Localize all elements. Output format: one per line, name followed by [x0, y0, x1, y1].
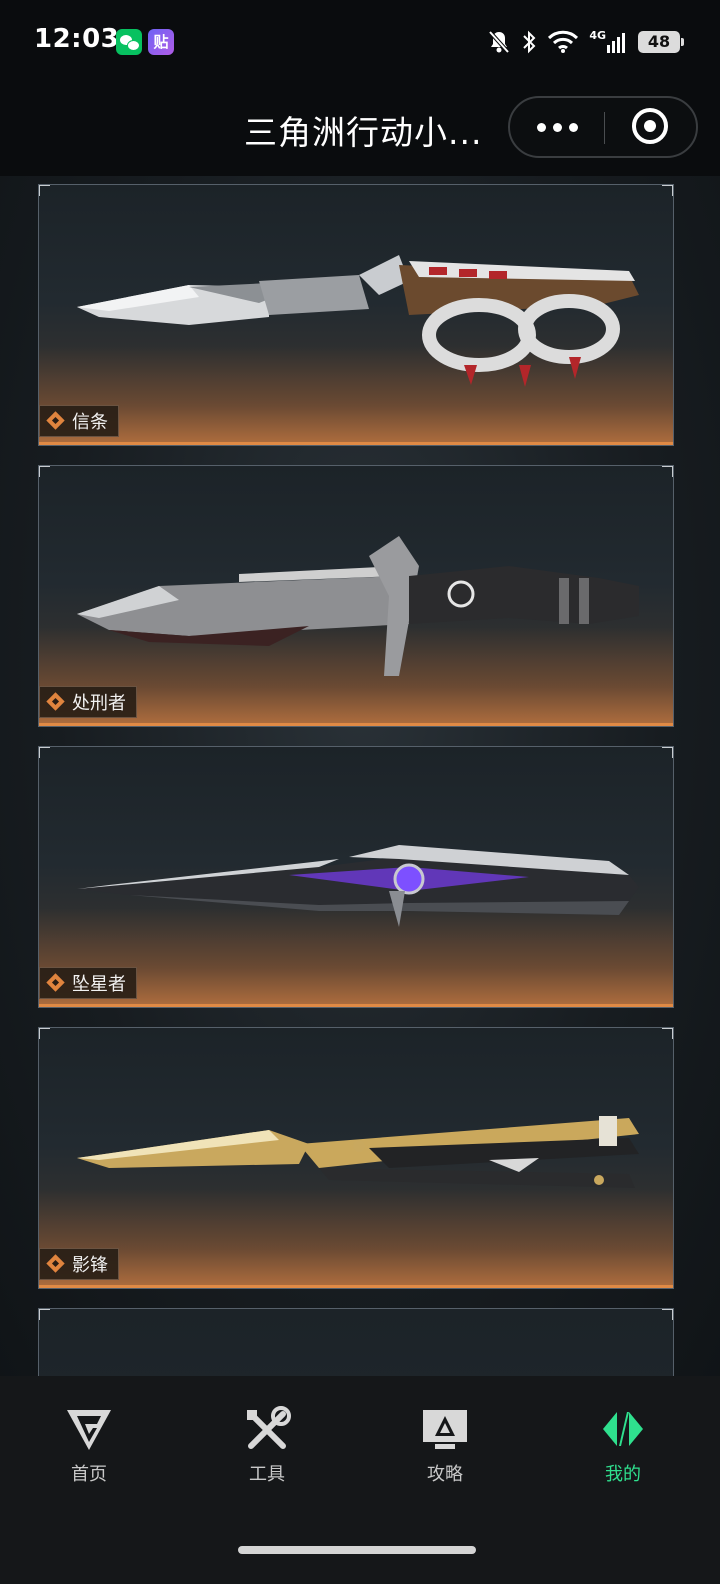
close-miniprogram-button[interactable] — [632, 108, 668, 144]
wifi-icon — [548, 30, 579, 53]
tab-tools[interactable]: 工具 — [207, 1406, 327, 1496]
corner-mark — [39, 747, 50, 758]
corner-mark — [39, 1028, 50, 1039]
tab-label: 我的 — [605, 1464, 641, 1485]
bluetooth-icon — [523, 30, 536, 54]
page-title: 三角洲行动小... — [244, 113, 483, 152]
skin-name-tag: 处刑者 — [39, 686, 137, 718]
skin-name-tag: 信条 — [39, 405, 119, 437]
knife-image — [77, 1116, 639, 1188]
tab-label: 工具 — [249, 1464, 285, 1485]
knife-skin-list: 信条 处刑者 坠星者 影锋 — [0, 176, 720, 1390]
tab-home[interactable]: 首页 — [29, 1406, 149, 1496]
corner-mark — [662, 185, 673, 196]
status-icons: 4G 48 — [487, 26, 684, 58]
more-button[interactable] — [510, 98, 604, 156]
corner-mark — [662, 1028, 673, 1039]
guide-icon — [423, 1410, 467, 1449]
skin-card[interactable]: 处刑者 — [38, 465, 674, 727]
skin-name: 处刑者 — [72, 693, 126, 714]
capsule-menu — [508, 96, 698, 158]
knife-image — [77, 845, 639, 927]
skin-name: 信条 — [72, 412, 108, 433]
home-indicator[interactable] — [238, 1546, 476, 1554]
more-dots-icon — [536, 122, 546, 132]
corner-mark — [39, 185, 50, 196]
melee-diamond-icon — [46, 692, 66, 712]
corner-mark — [39, 466, 50, 477]
corner-mark — [662, 466, 673, 477]
tab-profile[interactable]: 我的 — [563, 1406, 683, 1496]
melee-diamond-icon — [46, 1254, 66, 1274]
tab-label: 首页 — [71, 1464, 107, 1485]
status-bar: 12:03 贴 4G 48 — [0, 0, 720, 84]
melee-diamond-icon — [46, 411, 66, 431]
nav-bar: 三角洲行动小... — [0, 84, 720, 176]
network-type: 4G — [589, 28, 606, 42]
profile-logo-icon — [603, 1412, 643, 1446]
tools-icon — [247, 1406, 291, 1449]
corner-mark — [662, 747, 673, 758]
home-logo-icon — [67, 1410, 111, 1450]
wechat-icon — [116, 29, 142, 55]
skin-name: 坠星者 — [72, 974, 126, 995]
mute-bell-icon — [488, 30, 510, 54]
battery-icon: 48 — [638, 31, 684, 53]
capsule-divider — [604, 112, 605, 144]
knife-image — [77, 536, 639, 676]
melee-diamond-icon — [46, 973, 66, 993]
signal-icon — [607, 33, 625, 53]
skin-card[interactable]: 坠星者 — [38, 746, 674, 1008]
status-time: 12:03 — [34, 24, 120, 54]
skin-card[interactable]: 影锋 — [38, 1027, 674, 1289]
skin-name-tag: 坠星者 — [39, 967, 137, 999]
corner-mark — [662, 1309, 673, 1320]
tab-guide[interactable]: 攻略 — [385, 1406, 505, 1496]
skin-card[interactable]: 信条 — [38, 184, 674, 446]
skin-name-tag: 影锋 — [39, 1248, 119, 1280]
corner-mark — [39, 1309, 50, 1320]
tie-app-icon: 贴 — [148, 29, 174, 55]
tab-label: 攻略 — [427, 1464, 463, 1485]
knife-image — [77, 255, 639, 387]
skin-name: 影锋 — [72, 1255, 108, 1276]
